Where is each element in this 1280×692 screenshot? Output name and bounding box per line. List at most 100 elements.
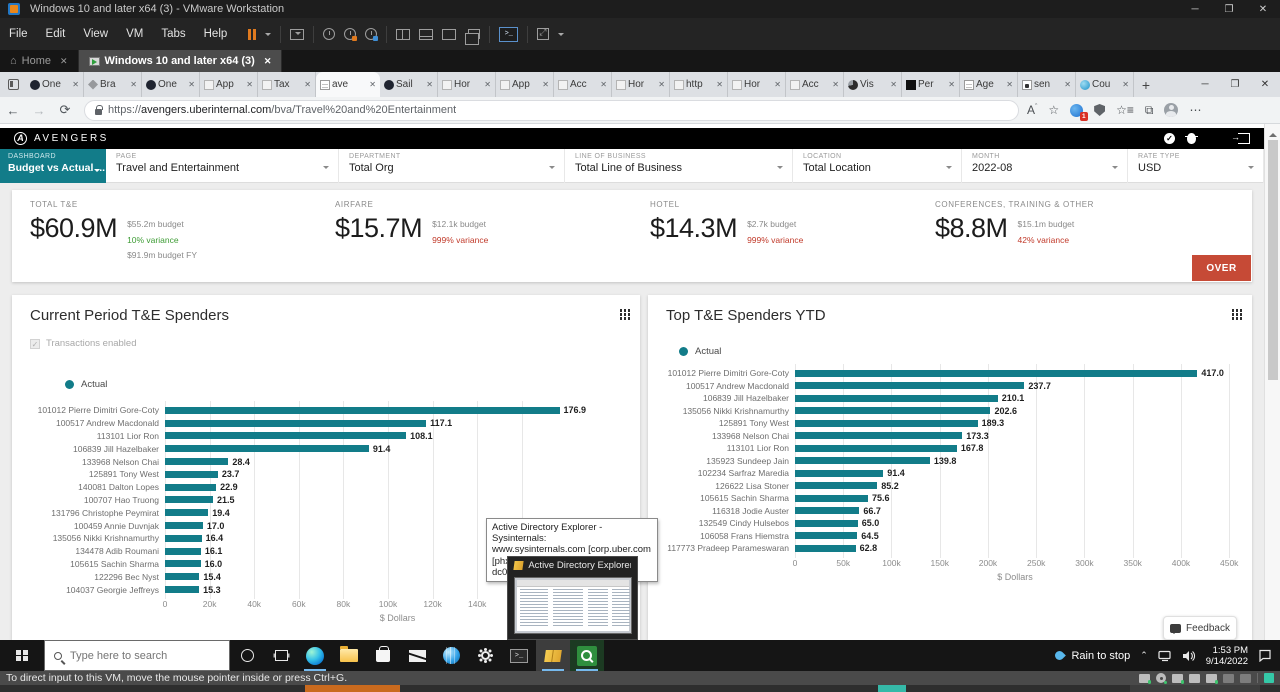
taskbar-app-terminal[interactable]: >_ bbox=[502, 640, 536, 671]
taskbar-app-settings[interactable] bbox=[468, 640, 502, 671]
lock-icon[interactable] bbox=[95, 104, 103, 115]
vmware-tools-icon[interactable] bbox=[1264, 673, 1274, 683]
collections-icon[interactable]: ⧉ bbox=[1145, 104, 1154, 116]
table-view-icon[interactable] bbox=[619, 309, 622, 312]
weather-widget[interactable]: Rain to stop bbox=[1053, 649, 1130, 662]
bar[interactable] bbox=[795, 482, 878, 490]
bar[interactable] bbox=[795, 519, 858, 527]
browser-tab[interactable]: App ✕ bbox=[496, 72, 554, 97]
show-library-icon[interactable] bbox=[396, 28, 411, 40]
refresh-button[interactable]: ⟳ bbox=[52, 102, 78, 118]
show-thumbnail-bar-icon[interactable] bbox=[419, 28, 434, 40]
close-icon[interactable]: ✕ bbox=[72, 80, 79, 89]
filter-page[interactable]: PAGE Travel and Entertainment bbox=[106, 149, 339, 183]
preview-screenshot[interactable] bbox=[514, 577, 632, 634]
browser-close-button[interactable]: ✕ bbox=[1250, 72, 1280, 97]
bar[interactable] bbox=[165, 534, 202, 542]
browser-minimize-button[interactable]: ─ bbox=[1190, 72, 1220, 97]
taskbar-app-browser-globe[interactable] bbox=[434, 640, 468, 671]
close-icon[interactable]: ✕ bbox=[542, 80, 549, 89]
favorites-icon[interactable]: ☆ bbox=[1048, 104, 1059, 116]
menu-tabs[interactable]: Tabs bbox=[152, 18, 194, 50]
settings-menu-icon[interactable]: ⋯ bbox=[1189, 104, 1201, 116]
filter-department[interactable]: DEPARTMENT Total Org bbox=[339, 149, 565, 183]
check-circle-icon[interactable]: ✓ bbox=[1164, 133, 1175, 144]
scroll-up-icon[interactable] bbox=[1269, 129, 1277, 137]
profile-avatar[interactable] bbox=[1164, 103, 1179, 117]
taskbar-app-store[interactable] bbox=[366, 640, 400, 671]
new-tab-button[interactable]: + bbox=[1134, 72, 1158, 97]
bar[interactable] bbox=[165, 419, 427, 427]
bar[interactable] bbox=[165, 547, 201, 555]
filter-location[interactable]: LOCATION Total Location bbox=[793, 149, 962, 183]
close-icon[interactable]: ✕ bbox=[246, 80, 253, 89]
bar[interactable] bbox=[165, 406, 560, 414]
browser-essentials-icon[interactable] bbox=[1094, 104, 1106, 116]
bar[interactable] bbox=[165, 483, 217, 491]
hidden-icons-chevron[interactable]: ⌃ bbox=[1140, 650, 1148, 661]
bar[interactable] bbox=[795, 532, 858, 540]
page-scrollbar[interactable] bbox=[1264, 124, 1280, 640]
bar[interactable] bbox=[795, 369, 1198, 377]
minimize-button[interactable]: ─ bbox=[1178, 0, 1212, 18]
menu-edit[interactable]: Edit bbox=[37, 18, 75, 50]
browser-tab[interactable]: Per ✕ bbox=[902, 72, 960, 97]
close-icon[interactable]: ✕ bbox=[1064, 80, 1071, 89]
browser-tab[interactable]: Acc ✕ bbox=[554, 72, 612, 97]
bar[interactable] bbox=[795, 444, 957, 452]
filter-rate-type[interactable]: RATE TYPE USD bbox=[1128, 149, 1264, 183]
snapshot-manager-icon[interactable] bbox=[365, 28, 379, 41]
close-icon[interactable]: ✕ bbox=[369, 80, 376, 89]
close-icon[interactable]: ✕ bbox=[948, 80, 955, 89]
browser-tab[interactable]: Tax ✕ bbox=[258, 72, 316, 97]
browser-tab[interactable]: Vis ✕ bbox=[844, 72, 902, 97]
taskbar-app-ad-explorer[interactable] bbox=[536, 640, 570, 671]
menu-help[interactable]: Help bbox=[195, 18, 237, 50]
network-icon[interactable] bbox=[1158, 650, 1172, 662]
close-button[interactable]: ✕ bbox=[1246, 0, 1280, 18]
bug-icon[interactable] bbox=[1185, 133, 1198, 144]
bar[interactable] bbox=[165, 445, 369, 453]
clock[interactable]: 1:53 PM 9/14/2022 bbox=[1206, 645, 1248, 667]
bar[interactable] bbox=[165, 560, 201, 568]
suspend-dropdown-icon[interactable] bbox=[265, 33, 272, 39]
close-icon[interactable]: ✕ bbox=[426, 80, 433, 89]
action-center-icon[interactable] bbox=[1258, 649, 1272, 662]
close-icon[interactable]: ✕ bbox=[890, 80, 897, 89]
dashboard-selector[interactable]: DASHBOARD Budget vs Actual ... bbox=[0, 149, 106, 183]
bar[interactable] bbox=[795, 494, 868, 502]
volume-icon[interactable] bbox=[1182, 650, 1196, 662]
table-view-icon[interactable] bbox=[1231, 309, 1234, 312]
browser-tab[interactable]: Sail ✕ bbox=[380, 72, 438, 97]
bar[interactable] bbox=[795, 394, 998, 402]
vm-tab[interactable]: Windows 10 and later x64 (3) ✕ bbox=[78, 50, 283, 72]
browser-tab[interactable]: Age ✕ bbox=[960, 72, 1018, 97]
send-ctrl-alt-del-icon[interactable] bbox=[290, 28, 305, 40]
browser-tab[interactable]: App ✕ bbox=[200, 72, 258, 97]
printer-icon[interactable] bbox=[1189, 673, 1200, 683]
close-icon[interactable]: ✕ bbox=[716, 80, 723, 89]
browser-tab[interactable]: One ✕ bbox=[142, 72, 200, 97]
bar[interactable] bbox=[165, 573, 200, 581]
bar[interactable] bbox=[165, 458, 229, 466]
usb-device-icon[interactable] bbox=[1223, 673, 1234, 683]
close-icon[interactable]: ✕ bbox=[1122, 80, 1129, 89]
scrollbar-thumb[interactable] bbox=[1268, 140, 1278, 380]
bar[interactable] bbox=[795, 382, 1025, 390]
transactions-enabled-checkbox[interactable]: ✓ Transactions enabled bbox=[30, 338, 632, 349]
menu-file[interactable]: File bbox=[0, 18, 37, 50]
browser-tab[interactable]: Cou ✕ bbox=[1076, 72, 1134, 97]
unity-mode-icon[interactable] bbox=[465, 29, 481, 45]
close-icon[interactable]: ✕ bbox=[600, 80, 607, 89]
close-icon[interactable]: ✕ bbox=[484, 80, 491, 89]
bar[interactable] bbox=[165, 432, 407, 440]
address-bar[interactable]: https://avengers.uberinternal.com/bva/Tr… bbox=[84, 99, 1019, 121]
suspend-button[interactable] bbox=[248, 28, 257, 40]
taskbar-app-file-explorer[interactable] bbox=[332, 640, 366, 671]
bar[interactable] bbox=[795, 457, 930, 465]
menu-vm[interactable]: VM bbox=[117, 18, 152, 50]
fullscreen-icon[interactable] bbox=[537, 27, 550, 40]
menu-view[interactable]: View bbox=[74, 18, 117, 50]
search-input[interactable] bbox=[70, 649, 200, 662]
hard-disk-icon[interactable] bbox=[1139, 673, 1151, 684]
